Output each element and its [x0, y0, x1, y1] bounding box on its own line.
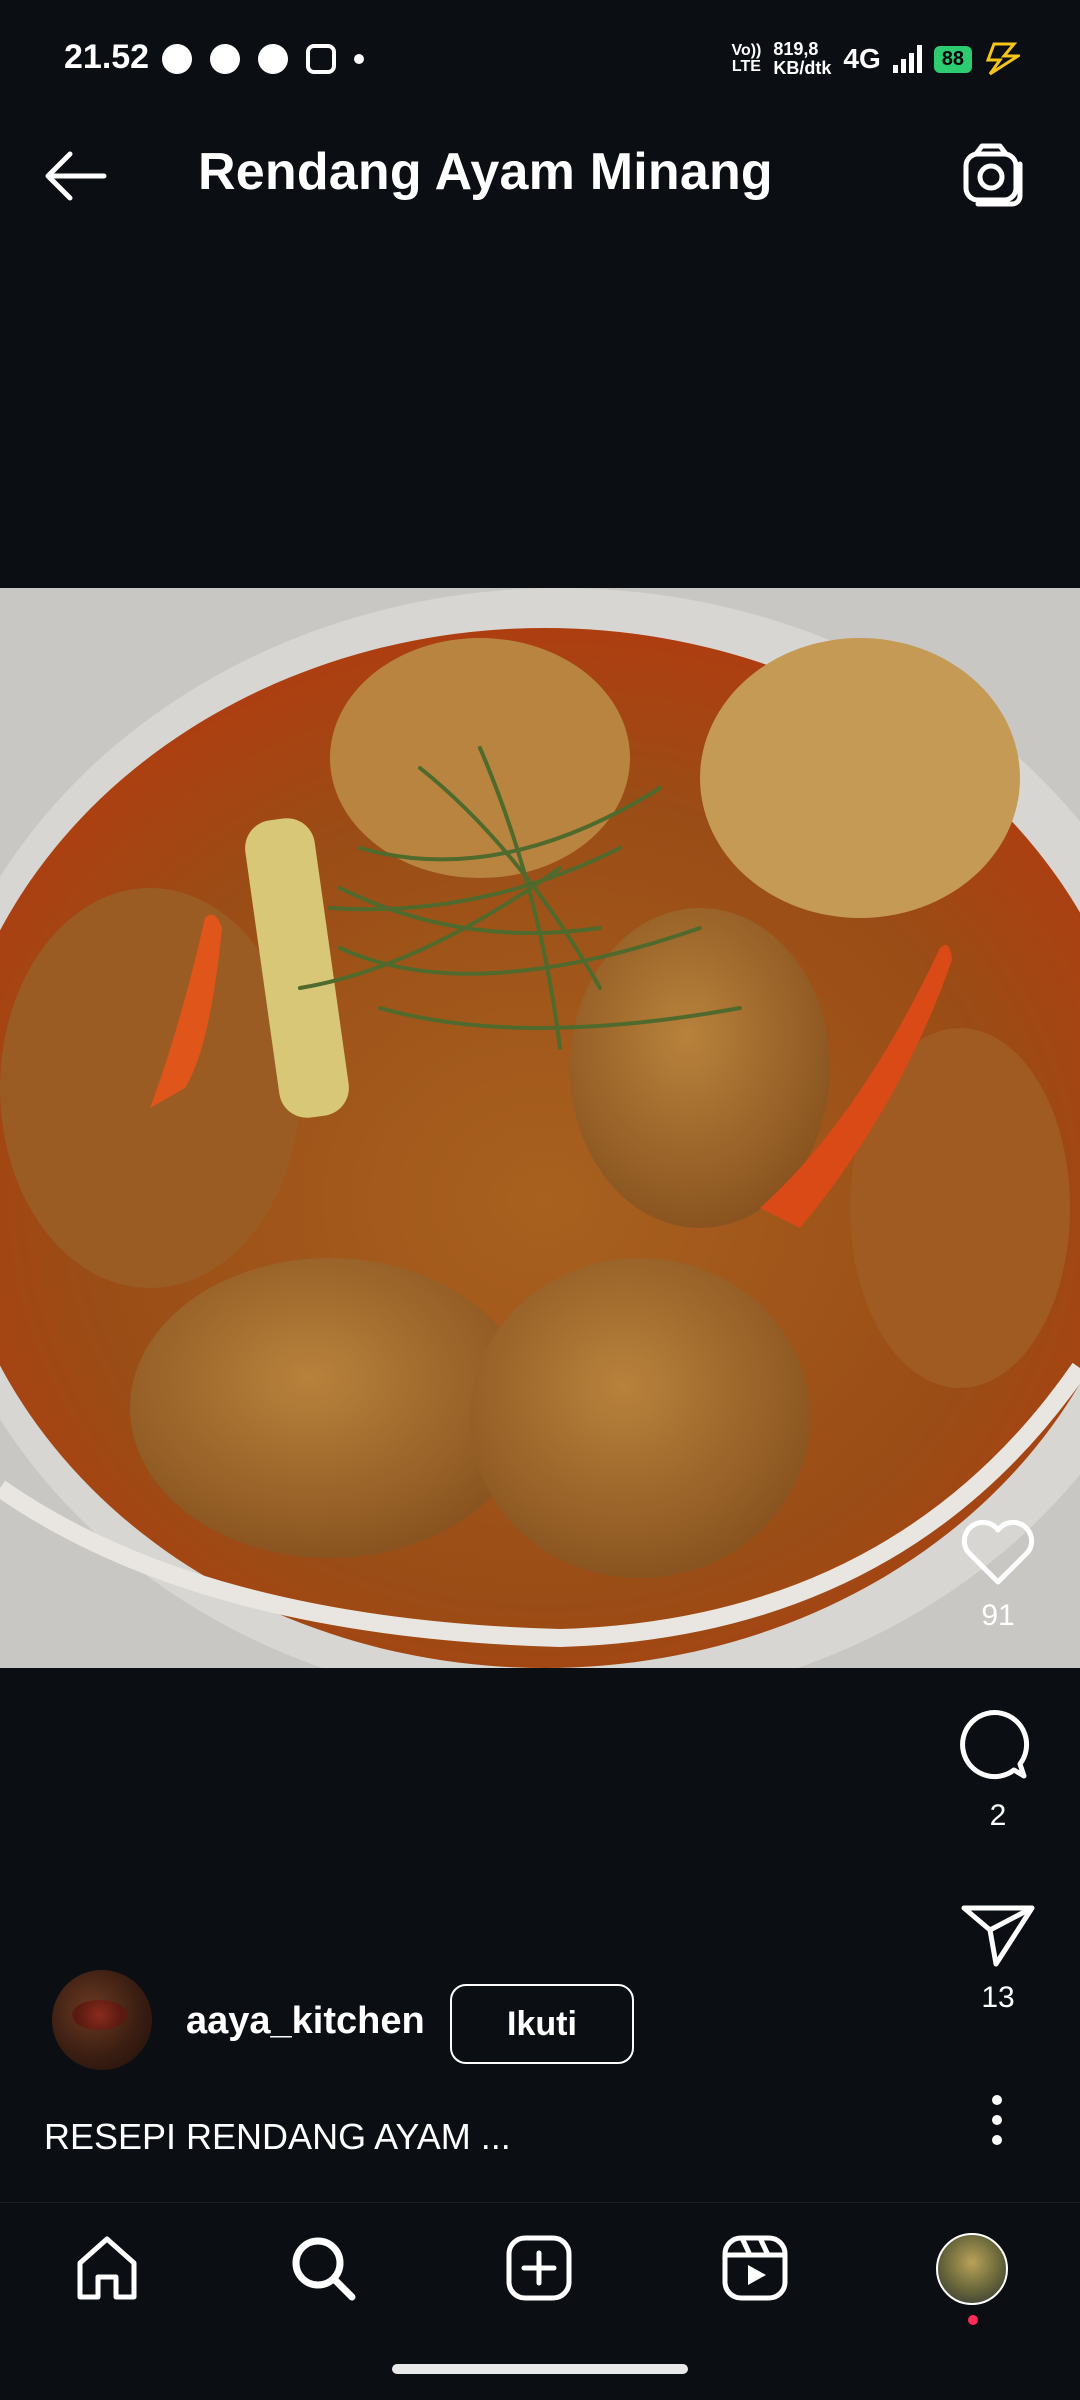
top-bar: Rendang Ayam Minang: [0, 120, 1080, 230]
share-action[interactable]: 13: [943, 1902, 1053, 2015]
signal-icon: [892, 45, 922, 73]
status-time: 21.52: [64, 38, 150, 76]
arrow-left-icon[interactable]: [40, 148, 112, 204]
post-photo[interactable]: [0, 588, 1080, 1668]
page-title: Rendang Ayam Minang: [198, 143, 773, 201]
whatsapp-icon: [162, 44, 192, 74]
profile-avatar[interactable]: [936, 2233, 1008, 2305]
status-bar: 21.52 Vo)) LTE 819,8 KB/dtk 4G 88: [0, 0, 1080, 90]
facebook-icon: [258, 44, 288, 74]
comment-icon[interactable]: [960, 1710, 1036, 1786]
notification-dot: [968, 2315, 978, 2325]
charging-bolt-icon: [985, 42, 1020, 76]
comment-action[interactable]: 2: [943, 1710, 1053, 1833]
heart-icon[interactable]: [960, 1519, 1036, 1586]
network-speed: 819,8 KB/dtk: [773, 39, 832, 78]
volte-indicator: Vo)) LTE: [731, 42, 762, 75]
rendang-photo: [0, 588, 1080, 1668]
notification-icons: [162, 44, 364, 74]
add-post-icon[interactable]: [504, 2233, 574, 2303]
dot-icon: [354, 54, 364, 64]
share-count: 13: [981, 1981, 1015, 2014]
author-username[interactable]: aaya_kitchen: [186, 2000, 425, 2043]
author-avatar[interactable]: [52, 1970, 152, 2070]
battery-indicator: 88: [933, 45, 972, 73]
like-action[interactable]: 91: [943, 1519, 1053, 1633]
search-icon[interactable]: [288, 2233, 358, 2303]
status-indicators: Vo)) LTE 819,8 KB/dtk 4G 88: [731, 40, 1020, 78]
instagram-icon: [306, 44, 336, 74]
send-icon[interactable]: [960, 1902, 1036, 1968]
camera-icon[interactable]: [962, 142, 1028, 208]
network-type: 4G: [843, 43, 881, 74]
post-caption[interactable]: RESEPI RENDANG AYAM ...: [44, 2116, 511, 2158]
comment-count: 2: [989, 1799, 1007, 1832]
home-icon[interactable]: [72, 2233, 142, 2303]
reels-icon[interactable]: [720, 2233, 790, 2303]
bottom-navigation: [0, 2202, 1080, 2333]
follow-button[interactable]: Ikuti: [450, 1984, 634, 2064]
like-count: 91: [981, 1599, 1015, 1632]
facebook-icon: [210, 44, 240, 74]
home-indicator[interactable]: [392, 2364, 688, 2374]
more-options-icon[interactable]: [982, 2090, 1012, 2150]
